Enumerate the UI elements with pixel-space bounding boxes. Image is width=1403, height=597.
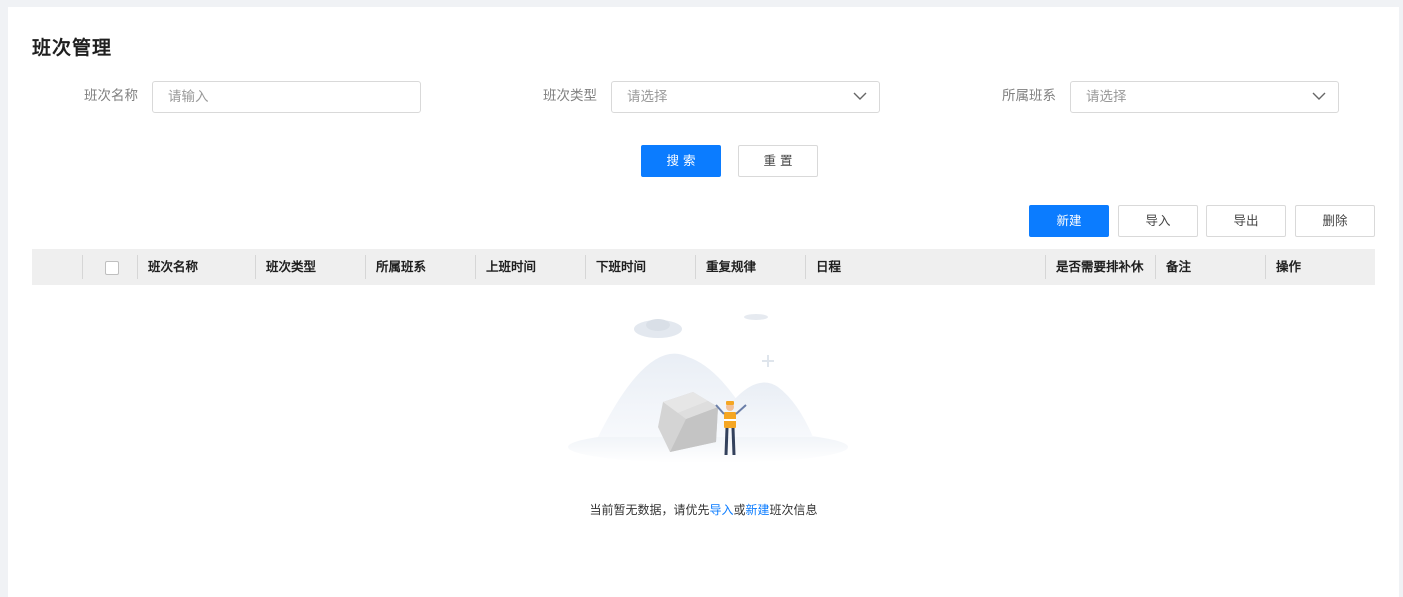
column-separator — [82, 255, 83, 279]
shift-type-placeholder: 请选择 — [627, 89, 668, 105]
empty-new-link[interactable]: 新建 — [746, 503, 770, 517]
page-title: 班次管理 — [32, 37, 113, 59]
column-separator — [475, 255, 476, 279]
column-header-shift-system[interactable]: 所属班系 — [376, 249, 426, 285]
main-card: 班次管理 班次名称 班次类型 请选择 所属班系 请选择 搜 索 重 置 新建 导… — [8, 7, 1399, 597]
shift-name-input[interactable] — [153, 82, 420, 112]
column-header-schedule[interactable]: 日程 — [816, 249, 841, 285]
shift-system-select[interactable]: 请选择 — [1070, 81, 1339, 113]
column-separator — [1265, 255, 1266, 279]
column-header-start-time[interactable]: 上班时间 — [486, 249, 536, 285]
column-header-end-time[interactable]: 下班时间 — [596, 249, 646, 285]
shift-system-label: 所属班系 — [1002, 88, 1056, 104]
column-separator — [1045, 255, 1046, 279]
chevron-down-icon — [1312, 92, 1326, 100]
search-button[interactable]: 搜 索 — [641, 145, 721, 177]
column-separator — [805, 255, 806, 279]
reset-button[interactable]: 重 置 — [738, 145, 818, 177]
column-header-remark[interactable]: 备注 — [1166, 249, 1191, 285]
import-button[interactable]: 导入 — [1118, 205, 1198, 237]
shift-type-label: 班次类型 — [543, 88, 597, 104]
column-header-actions[interactable]: 操作 — [1276, 249, 1301, 285]
column-header-shift-name[interactable]: 班次名称 — [148, 249, 198, 285]
column-separator — [585, 255, 586, 279]
shift-name-label: 班次名称 — [84, 88, 138, 104]
column-separator — [695, 255, 696, 279]
column-header-repeat-rule[interactable]: 重复规律 — [706, 249, 756, 285]
empty-text-before: 当前暂无数据，请优先 — [589, 503, 710, 517]
column-header-need-rest[interactable]: 是否需要排补休 — [1056, 249, 1144, 285]
empty-text-after: 班次信息 — [769, 503, 818, 517]
new-button[interactable]: 新建 — [1029, 205, 1109, 237]
column-separator — [137, 255, 138, 279]
empty-text-or: 或 — [733, 503, 746, 517]
empty-import-link[interactable]: 导入 — [709, 503, 733, 517]
shift-system-placeholder: 请选择 — [1086, 89, 1127, 105]
column-separator — [255, 255, 256, 279]
delete-button[interactable]: 删除 — [1295, 205, 1375, 237]
shift-type-select[interactable]: 请选择 — [611, 81, 880, 113]
chevron-down-icon — [853, 92, 867, 100]
column-header-shift-type[interactable]: 班次类型 — [266, 249, 316, 285]
shift-name-input-wrapper — [152, 81, 421, 113]
export-button[interactable]: 导出 — [1206, 205, 1286, 237]
select-all-checkbox[interactable] — [105, 261, 119, 275]
column-separator — [1155, 255, 1156, 279]
table-header: 班次名称 班次类型 所属班系 上班时间 下班时间 重复规律 日程 是否需要排补休… — [32, 249, 1375, 285]
column-separator — [365, 255, 366, 279]
empty-state-message: 当前暂无数据，请优先导入或新建班次信息 — [8, 501, 1399, 518]
empty-state-illustration — [568, 314, 848, 463]
